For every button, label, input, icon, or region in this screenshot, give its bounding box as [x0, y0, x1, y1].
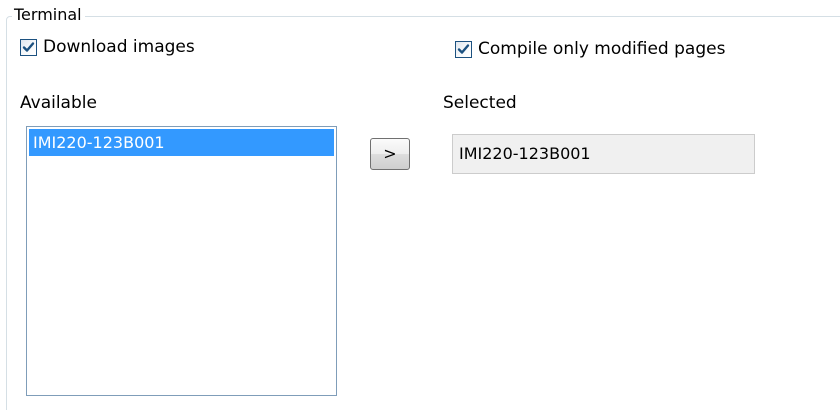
compile-only-modified-label: Compile only modified pages	[478, 39, 726, 59]
download-images-label: Download images	[43, 37, 195, 57]
available-listbox[interactable]: IMI220-123B001	[26, 126, 337, 396]
checkbox-checked-icon[interactable]	[20, 38, 37, 56]
selected-terminal-field: IMI220-123B001	[452, 134, 755, 174]
checkbox-checked-icon[interactable]	[455, 40, 472, 58]
compile-only-modified-checkbox[interactable]: Compile only modified pages	[455, 39, 725, 59]
list-item[interactable]: IMI220-123B001	[29, 129, 334, 156]
download-images-checkbox[interactable]: Download images	[20, 37, 195, 57]
available-label: Available	[20, 93, 97, 113]
terminal-panel: Terminal Download images Compile only mo…	[0, 0, 840, 410]
groupbox-title: Terminal	[12, 4, 85, 26]
move-right-button[interactable]: >	[370, 138, 410, 170]
selected-label: Selected	[443, 93, 517, 113]
